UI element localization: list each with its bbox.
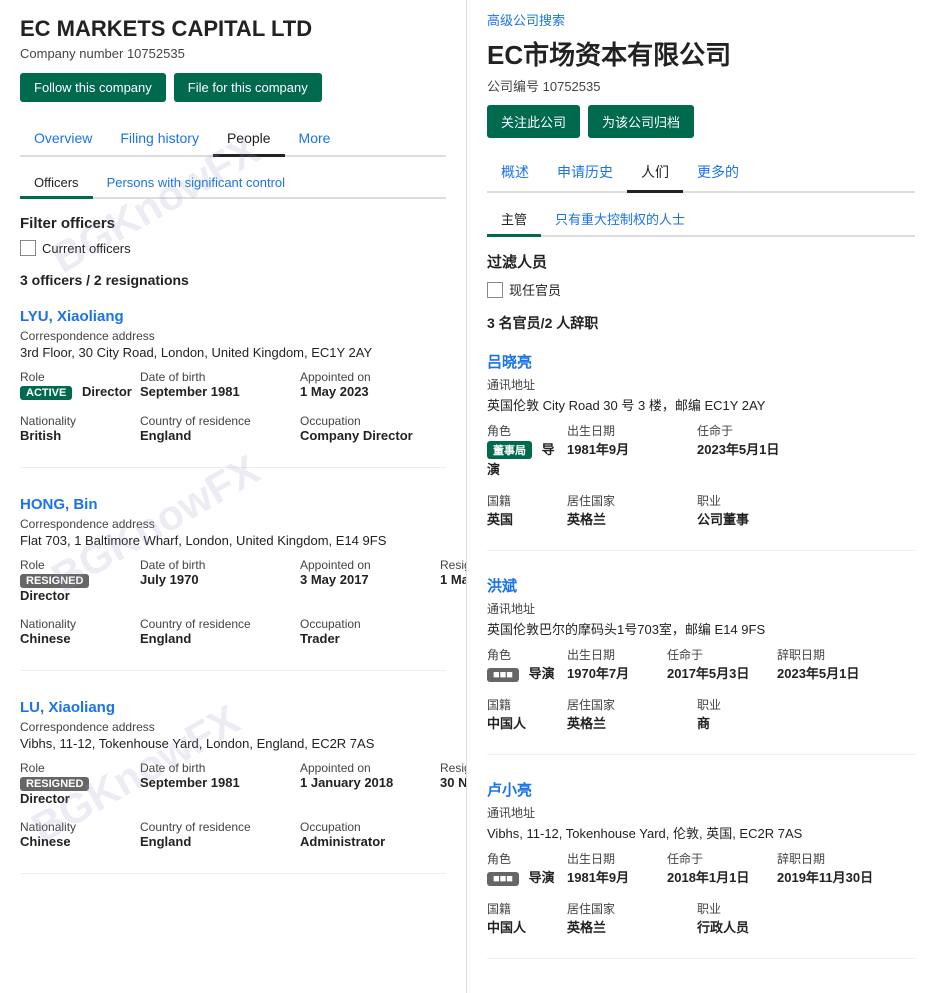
officer-addr-label-2: Correspondence address [20, 720, 446, 734]
badge-0: ACTIVE [20, 386, 72, 400]
sub-tab-psc[interactable]: Persons with significant control [93, 169, 299, 199]
cn-main-tabs: 概述 申请历史 人们 更多的 [487, 154, 915, 193]
cn-file-for-company-button[interactable]: 为该公司归档 [588, 105, 694, 138]
cn-tab-filing-history[interactable]: 申请历史 [543, 154, 627, 193]
officer-addr-label-0: Correspondence address [20, 329, 446, 343]
officer-nat-row-0: Nationality British Country of residence… [20, 414, 446, 443]
cn-tab-more[interactable]: 更多的 [683, 154, 753, 193]
cn-current-officers-label: 现任官员 [509, 280, 561, 299]
cn-company-number: 公司编号 10752535 [487, 76, 915, 95]
officer-name-1[interactable]: HONG, Bin [20, 496, 446, 513]
cn-nat-row-1: 国籍 中国人 居住国家 英格兰 职业 商 [487, 696, 915, 732]
tab-people[interactable]: People [213, 122, 285, 157]
cn-role-row-1: 角色 ■■■ 导演 出生日期 1970年7月 任命于 2017年5月3日 辞职日… [487, 646, 915, 682]
officer-addr-1: Flat 703, 1 Baltimore Wharf, London, Uni… [20, 533, 446, 548]
officer-addr-2: Vibhs, 11-12, Tokenhouse Yard, London, E… [20, 736, 446, 751]
officer-block-1: HONG, Bin Correspondence address Flat 70… [20, 496, 446, 671]
cn-tab-overview[interactable]: 概述 [487, 154, 543, 193]
cn-officer-addr-label-0: 通讯地址 [487, 376, 915, 393]
officer-nat-row-1: Nationality Chinese Country of residence… [20, 617, 446, 646]
filter-title: Filter officers [20, 215, 446, 232]
cn-sub-tabs: 主管 只有重大控制权的人士 [487, 203, 915, 237]
cn-follow-company-button[interactable]: 关注此公司 [487, 105, 580, 138]
officer-count: 3 officers / 2 resignations [20, 272, 446, 288]
cn-sub-tab-officers[interactable]: 主管 [487, 203, 541, 237]
cn-badge-1: ■■■ [487, 668, 519, 682]
badge-1: RESIGNED [20, 574, 89, 588]
cn-badge-0: 董事局 [487, 441, 532, 459]
file-for-company-button[interactable]: File for this company [174, 73, 322, 102]
main-tabs: Overview Filing history People More [20, 122, 446, 157]
cn-officer-addr-label-2: 通讯地址 [487, 804, 915, 821]
officer-name-0[interactable]: LYU, Xiaoliang [20, 308, 446, 325]
cn-officer-block-2: 卢小亮 通讯地址 Vibhs, 11-12, Tokenhouse Yard, … [487, 779, 915, 959]
cn-officer-name-2[interactable]: 卢小亮 [487, 779, 915, 800]
cn-officer-block-0: 吕晓亮 通讯地址 英国伦敦 City Road 30 号 3 楼，邮编 EC1Y… [487, 351, 915, 551]
follow-company-button[interactable]: Follow this company [20, 73, 166, 102]
current-officers-filter[interactable]: Current officers [20, 240, 446, 256]
cn-officer-addr-2: Vibhs, 11-12, Tokenhouse Yard, 伦敦, 英国, E… [487, 823, 915, 842]
tab-more[interactable]: More [285, 122, 345, 157]
appointed-value-0: 1 May 2023 [300, 384, 440, 399]
cn-officer-name-1[interactable]: 洪斌 [487, 575, 915, 596]
cn-tab-people[interactable]: 人们 [627, 154, 683, 193]
officer-block-2: LU, Xiaoliang Correspondence address Vib… [20, 699, 446, 874]
cn-filter-section: 过滤人员 现任官员 [487, 251, 915, 299]
cn-officer-addr-1: 英国伦敦巴尔的摩码头1号703室，邮编 E14 9FS [487, 619, 915, 638]
tab-filing-history[interactable]: Filing history [106, 122, 213, 157]
cn-officer-count: 3 名官员/2 人辞职 [487, 313, 915, 333]
sub-tab-officers[interactable]: Officers [20, 169, 93, 199]
role-value-0: ACTIVE Director [20, 384, 140, 400]
appointed-label-0: Appointed on [300, 370, 440, 384]
left-panel: BGKnowFX BGKnowFX BGKnowFX EC MARKETS CA… [0, 0, 467, 993]
cn-company-title: EC市场资本有限公司 [487, 35, 915, 72]
dob-label-0: Date of birth [140, 370, 300, 384]
advanced-search-link[interactable]: 高级公司搜索 [487, 10, 915, 29]
cn-officer-block-1: 洪斌 通讯地址 英国伦敦巴尔的摩码头1号703室，邮编 E14 9FS 角色 ■… [487, 575, 915, 755]
officer-addr-label-1: Correspondence address [20, 517, 446, 531]
right-panel: BGKnowFX BGKnowFX BGKnowFX 高级公司搜索 EC市场资本… [467, 0, 935, 993]
cn-filter-title: 过滤人员 [487, 251, 915, 272]
cn-current-officers-filter[interactable]: 现任官员 [487, 280, 915, 299]
dob-value-0: September 1981 [140, 384, 300, 399]
officer-role-row-0: Role ACTIVE Director Date of birth Septe… [20, 370, 446, 400]
officer-role-row-2: Role RESIGNED Director Date of birth Sep… [20, 761, 446, 806]
officer-role-row-1: Role RESIGNED Director Date of birth Jul… [20, 558, 446, 603]
officer-name-2[interactable]: LU, Xiaoliang [20, 699, 446, 716]
cn-role-row-0: 角色 董事局 导演 出生日期 1981年9月 任命于 2023年5月1日 [487, 422, 915, 478]
cn-nat-row-0: 国籍 英国 居住国家 英格兰 职业 公司董事 [487, 492, 915, 528]
cn-officer-addr-0: 英国伦敦 City Road 30 号 3 楼，邮编 EC1Y 2AY [487, 395, 915, 414]
cn-role-row-2: 角色 ■■■ 导演 出生日期 1981年9月 任命于 2018年1月1日 辞职日… [487, 850, 915, 886]
badge-2: RESIGNED [20, 777, 89, 791]
cn-officer-addr-label-1: 通讯地址 [487, 600, 915, 617]
role-label-0: Role [20, 370, 140, 384]
current-officers-label: Current officers [42, 241, 131, 256]
company-title: EC MARKETS CAPITAL LTD [20, 16, 446, 42]
cn-officer-name-0[interactable]: 吕晓亮 [487, 351, 915, 372]
cn-badge-2: ■■■ [487, 872, 519, 886]
cn-current-officers-checkbox[interactable] [487, 282, 503, 298]
tab-overview[interactable]: Overview [20, 122, 106, 157]
officer-addr-0: 3rd Floor, 30 City Road, London, United … [20, 345, 446, 360]
filter-section: Filter officers Current officers [20, 215, 446, 256]
action-buttons: Follow this company File for this compan… [20, 73, 446, 102]
company-number: Company number 10752535 [20, 46, 446, 61]
cn-action-buttons: 关注此公司 为该公司归档 [487, 105, 915, 138]
officer-nat-row-2: Nationality Chinese Country of residence… [20, 820, 446, 849]
cn-sub-tab-psc[interactable]: 只有重大控制权的人士 [541, 203, 699, 237]
sub-tabs: Officers Persons with significant contro… [20, 169, 446, 199]
officer-block-0: LYU, Xiaoliang Correspondence address 3r… [20, 308, 446, 468]
current-officers-checkbox[interactable] [20, 240, 36, 256]
